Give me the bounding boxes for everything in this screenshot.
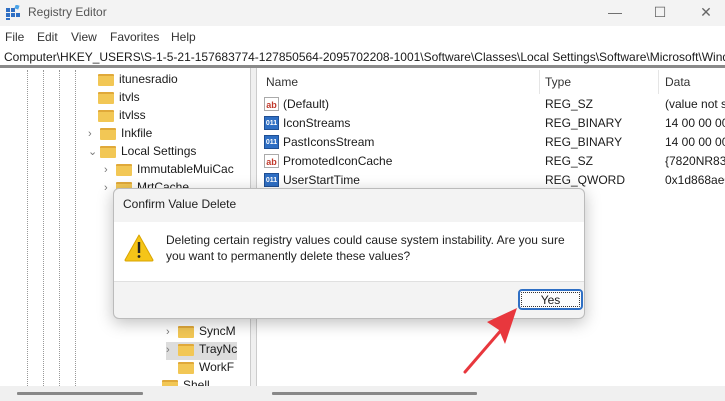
tree-item[interactable]: Shell [162,378,210,386]
horizontal-scrollbars [0,386,725,401]
window-title: Registry Editor [28,5,107,19]
warning-icon [124,234,154,262]
chevron-right-icon[interactable]: › [166,344,178,356]
folder-icon [178,361,194,374]
title-bar: Registry Editor — ☐ ✕ [0,0,725,26]
column-header-name[interactable]: Name [266,75,298,89]
folder-icon [178,325,194,338]
tree-item-selected[interactable]: › TrayNc [166,342,237,360]
menu-edit[interactable]: Edit [37,30,58,44]
list-row[interactable]: ab (Default) REG_SZ (value not s [258,95,725,114]
column-header-type[interactable]: Type [545,75,571,89]
menu-favorites[interactable]: Favorites [110,30,159,44]
list-row[interactable]: 011 PastIconsStream REG_BINARY 14 00 00 00 [258,133,725,152]
string-value-icon: ab [264,154,279,168]
tree-guide-line [59,70,60,386]
list-scrollbar-thumb[interactable] [272,392,477,395]
folder-icon [98,109,114,122]
column-divider[interactable] [539,70,540,94]
list-row[interactable]: 011 IconStreams REG_BINARY 14 00 00 00 [258,114,725,133]
tree-item[interactable]: itvlss [98,108,146,126]
string-value-icon: ab [264,97,279,111]
column-header-data[interactable]: Data [665,75,690,89]
tree-item[interactable]: › Inkfile [88,126,152,144]
tree-guide-line [75,70,76,386]
address-bar[interactable]: Computer\HKEY_USERS\S-1-5-21-157683774-1… [0,47,725,68]
binary-value-icon: 011 [264,173,279,187]
menu-help[interactable]: Help [171,30,196,44]
red-arrow-annotation [463,308,517,374]
tree-item[interactable]: itvls [98,90,140,108]
binary-value-icon: 011 [264,116,279,130]
folder-icon [116,163,132,176]
chevron-right-icon[interactable]: › [88,128,100,140]
binary-value-icon: 011 [264,135,279,149]
folder-icon [178,343,194,356]
chevron-down-icon[interactable]: ⌄ [88,145,100,158]
tree-item[interactable]: › SyncM [166,324,236,342]
menu-bar: File Edit View Favorites Help [0,26,725,47]
dialog-message: Deleting certain registry values could c… [166,233,565,263]
maximize-button[interactable]: ☐ [650,4,670,21]
list-row[interactable]: ab PromotedIconCache REG_SZ {7820NR83- [258,152,725,171]
folder-icon [100,145,116,158]
folder-icon [100,127,116,140]
folder-icon [98,73,114,86]
minimize-button[interactable]: — [605,4,625,20]
tree-guide-line [27,70,28,386]
dialog-title: Confirm Value Delete [123,197,237,211]
folder-icon [98,91,114,104]
chevron-right-icon[interactable]: › [166,326,178,338]
tree-item[interactable]: WorkF [178,360,234,378]
chevron-right-icon[interactable]: › [104,164,116,176]
menu-file[interactable]: File [5,30,24,44]
tree-guide-line [43,70,44,386]
yes-button[interactable]: Yes [518,289,583,310]
tree-scrollbar-thumb[interactable] [17,392,143,395]
dialog-body: Deleting certain registry values could c… [114,222,584,282]
column-divider[interactable] [658,70,659,94]
tree-item[interactable]: › ImmutableMuiCac [104,162,234,180]
tree-item[interactable]: ⌄ Local Settings [88,144,196,162]
tree-item[interactable]: itunesradio [98,72,178,90]
menu-view[interactable]: View [71,30,97,44]
close-button[interactable]: ✕ [696,4,716,21]
registry-editor-icon [6,5,20,20]
